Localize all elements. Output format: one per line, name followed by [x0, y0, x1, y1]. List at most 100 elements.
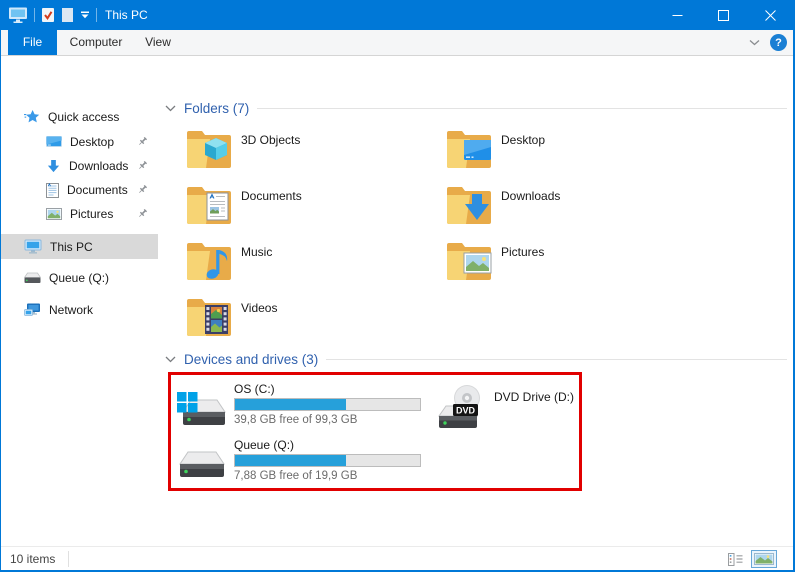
customize-quick-access-chevron-icon[interactable]: [80, 11, 90, 19]
collapse-chevron-icon[interactable]: [165, 356, 176, 363]
properties-check-icon[interactable]: [41, 7, 55, 23]
desktop-icon: [46, 136, 62, 149]
sidebar-item-queue-drive[interactable]: Queue (Q:): [1, 266, 158, 290]
folder-name: Pictures: [501, 245, 544, 259]
drive-tile-queue-q[interactable]: Queue (Q:) 7,88 GB free of 19,9 GB: [177, 438, 447, 490]
navigation-pane: Quick access Desktop Downloads: [1, 88, 158, 546]
drive-name: DVD Drive (D:): [494, 390, 574, 404]
computer-icon: [8, 7, 28, 23]
status-separator: [68, 551, 69, 567]
drive-usage-fill: [235, 399, 346, 410]
sidebar-item-desktop[interactable]: Desktop: [1, 130, 158, 154]
pin-icon: [137, 184, 148, 198]
window-border: [0, 0, 1, 572]
collapse-chevron-icon[interactable]: [165, 105, 176, 112]
ribbon-tab-row: File Computer View ?: [0, 30, 795, 56]
minimize-button[interactable]: [654, 0, 700, 30]
folder-tile-downloads[interactable]: Downloads: [445, 182, 701, 230]
sidebar-item-label: Downloads: [69, 159, 128, 173]
quick-access-toolbar: [0, 7, 97, 23]
section-rule: [326, 359, 787, 360]
documents-icon: [46, 183, 59, 198]
star-icon: [24, 109, 40, 125]
tab-view[interactable]: View: [133, 30, 183, 55]
folder-tile-desktop[interactable]: Desktop: [445, 126, 701, 174]
devices-section-header[interactable]: Devices and drives (3): [165, 350, 787, 368]
drive-free-space: 7,88 GB free of 19,9 GB: [234, 470, 357, 482]
folder-tile-3d-objects[interactable]: 3D Objects: [185, 126, 441, 174]
sidebar-item-pictures[interactable]: Pictures: [1, 202, 158, 226]
svg-text:DVD: DVD: [456, 406, 476, 416]
sidebar-item-label: Network: [49, 303, 93, 317]
folder-name: 3D Objects: [241, 133, 300, 147]
drive-icon: [24, 272, 41, 284]
sidebar-item-network[interactable]: Network: [1, 298, 158, 322]
folder-documents-icon: [185, 182, 233, 229]
large-icons-view-icon[interactable]: [751, 550, 777, 568]
sidebar-item-this-pc[interactable]: This PC: [1, 234, 158, 259]
pin-icon: [137, 208, 148, 222]
help-button[interactable]: ?: [770, 34, 787, 51]
folder-tile-videos[interactable]: Videos: [185, 294, 441, 342]
folder-tile-documents[interactable]: Documents: [185, 182, 441, 230]
tab-computer[interactable]: Computer: [63, 30, 129, 55]
window-controls: [654, 0, 795, 30]
expand-ribbon-chevron-icon[interactable]: [749, 39, 760, 46]
folders-section-header[interactable]: Folders (7): [165, 99, 787, 117]
toolbar-separator: [96, 8, 97, 22]
sidebar-item-label: Pictures: [70, 207, 113, 221]
folder-pictures-icon: [445, 238, 493, 285]
folder-3d-objects-icon: [185, 126, 233, 173]
pictures-icon: [46, 208, 62, 220]
folder-tile-music[interactable]: Music: [185, 238, 441, 286]
item-count: 10 items: [10, 547, 55, 571]
folder-name: Downloads: [501, 189, 560, 203]
drive-usage-bar: [234, 398, 421, 411]
folder-music-icon: [185, 238, 233, 285]
items-view: Folders (7) 3D Objects Desktop: [158, 88, 793, 546]
new-folder-icon[interactable]: [61, 7, 74, 23]
computer-icon: [24, 239, 42, 254]
queue-drive-icon: [179, 450, 225, 483]
main-area: Quick access Desktop Downloads: [1, 88, 793, 546]
sidebar-item-label: Quick access: [48, 110, 119, 124]
section-title: Folders (7): [184, 101, 249, 116]
maximize-button[interactable]: [700, 0, 746, 30]
drive-name: Queue (Q:): [234, 438, 294, 452]
dvd-drive-icon: DVD: [436, 384, 486, 435]
sidebar-item-downloads[interactable]: Downloads: [1, 154, 158, 178]
sidebar-item-label: Queue (Q:): [49, 271, 109, 285]
details-view-icon[interactable]: [728, 553, 743, 566]
drive-usage-bar: [234, 454, 421, 467]
window-title: This PC: [105, 8, 148, 22]
folder-tile-pictures[interactable]: Pictures: [445, 238, 701, 286]
sidebar-item-documents[interactable]: Documents: [1, 178, 158, 202]
section-rule: [257, 108, 787, 109]
folder-downloads-icon: [445, 182, 493, 229]
downloads-icon: [46, 159, 61, 174]
close-button[interactable]: [746, 0, 795, 30]
folder-videos-icon: [185, 294, 233, 341]
status-bar: 10 items: [0, 546, 795, 570]
sidebar-item-label: Documents: [67, 183, 128, 197]
explorer-window: This PC File Computer View ?: [0, 0, 795, 572]
drive-usage-fill: [235, 455, 346, 466]
sidebar-item-quick-access[interactable]: Quick access: [1, 105, 158, 129]
network-icon: [24, 303, 41, 317]
section-title: Devices and drives (3): [184, 352, 318, 367]
drive-name: OS (C:): [234, 382, 275, 396]
os-drive-icon: [177, 388, 227, 435]
drive-tile-dvd-d[interactable]: DVD DVD Drive (D:): [436, 382, 636, 434]
sidebar-item-label: This PC: [50, 240, 93, 254]
drive-tile-os-c[interactable]: OS (C:) 39,8 GB free of 99,3 GB: [177, 382, 447, 434]
toolbar-separator: [34, 8, 35, 22]
folder-name: Desktop: [501, 133, 545, 147]
tab-file[interactable]: File: [8, 30, 57, 55]
pin-icon: [137, 160, 148, 174]
folder-name: Videos: [241, 301, 277, 315]
pin-icon: [137, 136, 148, 150]
title-bar: This PC: [0, 0, 795, 30]
folder-name: Music: [241, 245, 272, 259]
navigation-bar: › This PC: [0, 56, 795, 88]
drive-free-space: 39,8 GB free of 99,3 GB: [234, 414, 357, 426]
